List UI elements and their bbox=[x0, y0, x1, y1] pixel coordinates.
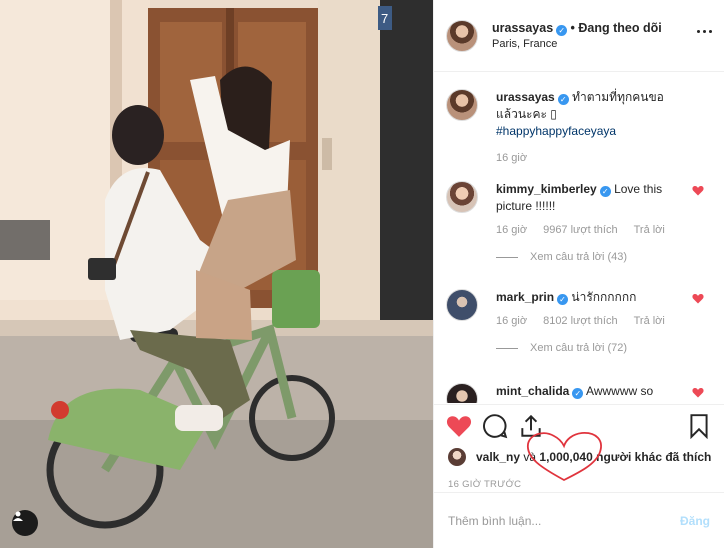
caption-hashtag[interactable]: #happyhappyfaceyaya bbox=[496, 124, 616, 138]
bookmark-icon[interactable] bbox=[686, 413, 712, 439]
comment-bubble-icon[interactable] bbox=[482, 413, 508, 439]
view-replies-label: Xem câu trả lời (43) bbox=[530, 251, 628, 263]
tagged-user-icon[interactable] bbox=[12, 510, 38, 536]
house-number: 7 bbox=[381, 11, 388, 26]
comment-likes[interactable]: 8102 lượt thích bbox=[543, 315, 618, 327]
author-avatar[interactable] bbox=[446, 89, 478, 121]
post-comment-button[interactable]: Đăng bbox=[680, 514, 710, 528]
comments-list: urassayas ✓ ทำตามที่ทุกคนขอแล้วนะคะ ▯ #ha… bbox=[434, 73, 724, 403]
post-header: urassayas ✓ • Đang theo dõi Paris, France bbox=[434, 0, 724, 72]
reply-button[interactable]: Trả lời bbox=[634, 315, 665, 327]
heart-filled-icon[interactable] bbox=[692, 185, 704, 196]
verified-icon: ✓ bbox=[557, 294, 569, 305]
comment-username[interactable]: kimmy_kimberley bbox=[496, 182, 597, 196]
liker-avatar bbox=[448, 448, 466, 466]
commenter-avatar[interactable] bbox=[446, 383, 478, 403]
comment-text: Awwwww so bbox=[586, 384, 654, 398]
view-replies-label: Xem câu trả lời (72) bbox=[530, 342, 628, 354]
comment-username[interactable]: mark_prin bbox=[496, 290, 554, 304]
post-location[interactable]: Paris, France bbox=[492, 36, 662, 52]
comment-username[interactable]: mint_chalida bbox=[496, 384, 569, 398]
post-actions: valk_ny và 1,000,040 người khác đã thích… bbox=[434, 404, 724, 504]
likes-joiner: và bbox=[520, 450, 540, 464]
commenter-avatar[interactable] bbox=[446, 289, 478, 321]
liker-username[interactable]: valk_ny bbox=[476, 450, 520, 464]
heart-filled-icon[interactable] bbox=[692, 387, 704, 398]
likes-suffix[interactable]: người khác đã thích bbox=[593, 450, 711, 464]
post-photo[interactable]: 7 bbox=[0, 0, 433, 548]
heart-filled-icon[interactable] bbox=[692, 293, 704, 304]
author-avatar[interactable] bbox=[446, 19, 478, 52]
view-replies-button[interactable]: Xem câu trả lời (72) bbox=[496, 342, 712, 354]
post-sidebar: urassayas ✓ • Đang theo dõi Paris, France… bbox=[433, 0, 724, 548]
comment-time: 16 giờ bbox=[496, 315, 528, 327]
add-comment-bar: Đăng bbox=[434, 492, 724, 548]
likes-count[interactable]: 1,000,040 bbox=[539, 450, 592, 464]
heart-filled-icon[interactable] bbox=[446, 413, 472, 439]
share-icon[interactable] bbox=[518, 413, 544, 439]
reply-button[interactable]: Trả lời bbox=[634, 224, 665, 236]
caption: urassayas ✓ ทำตามที่ทุกคนขอแล้วนะคะ ▯ #ha… bbox=[446, 89, 712, 164]
photo-scene: 7 bbox=[0, 0, 433, 548]
comment-item: mint_chalida ✓ Awwwww so bbox=[446, 383, 712, 403]
post-timestamp: 16 GIỜ TRƯỚC bbox=[448, 479, 522, 490]
caption-username[interactable]: urassayas bbox=[496, 90, 555, 104]
comment-time: 16 giờ bbox=[496, 224, 528, 236]
comment-item: mark_prin ✓ น่ารักกกกกก 16 giờ 8102 lượt … bbox=[446, 289, 712, 354]
verified-icon: ✓ bbox=[557, 94, 569, 105]
verified-icon: ✓ bbox=[556, 24, 568, 36]
likes-summary[interactable]: valk_ny và 1,000,040 người khác đã thích bbox=[448, 448, 711, 466]
view-replies-button[interactable]: Xem câu trả lời (43) bbox=[496, 251, 712, 263]
author-username[interactable]: urassayas bbox=[492, 21, 553, 35]
more-dots-icon[interactable] bbox=[697, 30, 712, 33]
comment-text: น่ารักกกกกก bbox=[571, 290, 637, 304]
comment-input[interactable] bbox=[448, 513, 680, 528]
follow-status[interactable]: • Đang theo dõi bbox=[571, 21, 662, 35]
commenter-avatar[interactable] bbox=[446, 181, 478, 213]
verified-icon: ✓ bbox=[572, 388, 584, 399]
comment-likes[interactable]: 9967 lượt thích bbox=[543, 224, 618, 236]
verified-icon: ✓ bbox=[599, 186, 611, 197]
caption-time: 16 giờ bbox=[496, 152, 528, 164]
comment-item: kimmy_kimberley ✓ Love this picture !!!!!… bbox=[446, 181, 712, 263]
